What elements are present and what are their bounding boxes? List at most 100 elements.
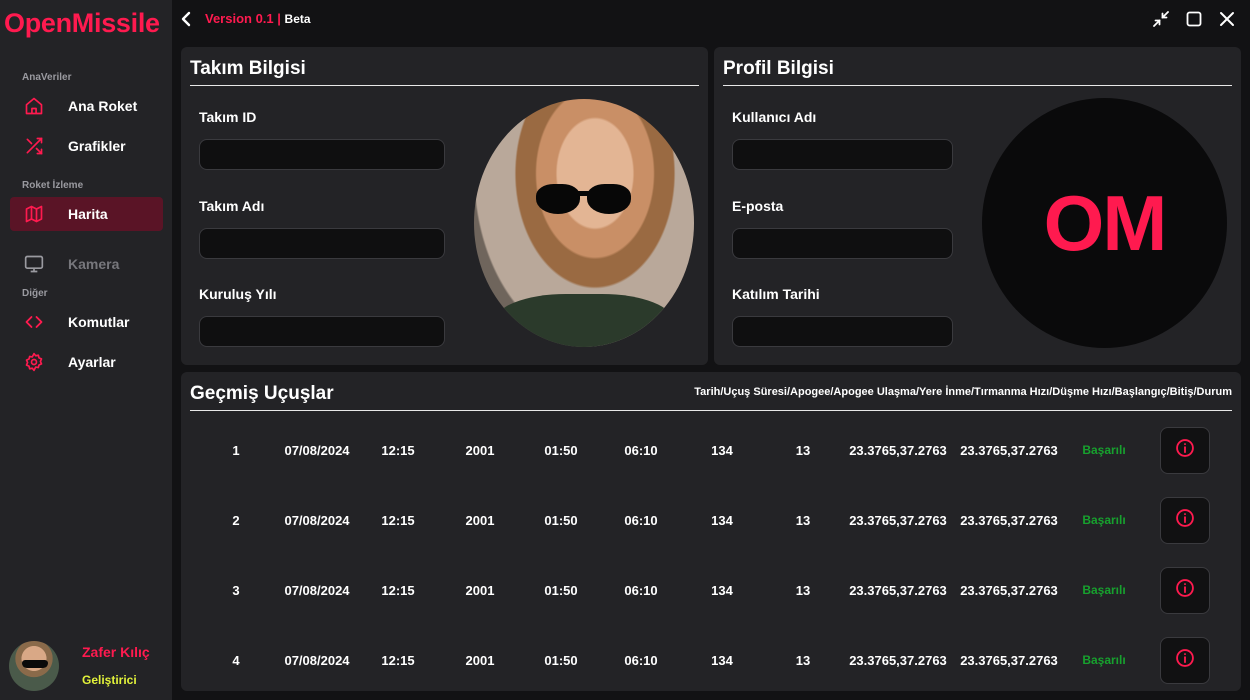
row-number: 2 (232, 513, 240, 528)
descent-speed-cell: 13 (795, 443, 811, 458)
email-field[interactable] (732, 228, 953, 259)
landing-cell: 06:10 (624, 653, 658, 668)
avatar-initials: OM (1043, 178, 1168, 267)
team-name-field[interactable] (199, 228, 445, 259)
apogee-cell: 2001 (465, 513, 495, 528)
time-cell: 12:15 (381, 443, 415, 458)
sidebar-item-label: Ayarlar (68, 354, 116, 370)
flight-history-panel: Geçmiş Uçuşlar Tarih/Uçuş Süresi/Apogee/… (181, 372, 1241, 691)
landing-cell: 06:10 (624, 583, 658, 598)
join-date-field[interactable] (732, 316, 953, 347)
app-logo: OpenMissile (4, 8, 160, 38)
section-label-tracking: Roket İzleme (22, 180, 84, 191)
landing-cell: 06:10 (624, 513, 658, 528)
apogee-time-cell: 01:50 (544, 513, 578, 528)
table-row: 3 07/08/2024 12:15 2001 01:50 06:10 134 13 23.37… (181, 567, 1240, 615)
sidebar-item-label: Kamera (68, 256, 120, 272)
apogee-cell: 2001 (465, 653, 495, 668)
sidebar-item-kamera[interactable]: Kamera (10, 247, 163, 281)
end-coord-cell: 23.3765,37.2763 (960, 513, 1058, 528)
flight-history-title: Geçmiş Uçuşlar (190, 383, 334, 404)
landing-cell: 06:10 (624, 443, 658, 458)
team-id-label: Takım ID (199, 109, 257, 125)
time-cell: 12:15 (381, 583, 415, 598)
apogee-time-cell: 01:50 (544, 443, 578, 458)
founding-year-field[interactable] (199, 316, 445, 347)
monitor-icon (23, 253, 45, 275)
apogee-time-cell: 01:50 (544, 653, 578, 668)
climb-speed-cell: 134 (711, 653, 733, 668)
sidebar-item-label: Harita (68, 206, 108, 222)
info-icon (1175, 438, 1195, 463)
maximize-icon[interactable] (1185, 10, 1203, 28)
descent-speed-cell: 13 (795, 513, 811, 528)
start-coord-cell: 23.3765,37.2763 (849, 443, 947, 458)
table-row: 1 07/08/2024 12:15 2001 01:50 06:10 134 13 23.37… (181, 427, 1240, 475)
start-coord-cell: 23.3765,37.2763 (849, 653, 947, 668)
start-coord-cell: 23.3765,37.2763 (849, 513, 947, 528)
team-info-panel: Takım Bilgisi Takım ID Takım Adı Kuruluş… (181, 47, 708, 365)
section-label-main: AnaVeriler (22, 72, 72, 83)
flight-details-button[interactable] (1160, 427, 1210, 474)
status-badge: Başarılı (1082, 443, 1126, 457)
columns-header: Tarih/Uçuş Süresi/Apogee/Apogee Ulaşma/Y… (694, 386, 1232, 398)
end-coord-cell: 23.3765,37.2763 (960, 653, 1058, 668)
avatar[interactable] (9, 641, 59, 691)
info-icon (1175, 648, 1195, 673)
flight-details-button[interactable] (1160, 567, 1210, 614)
divider (190, 410, 1232, 411)
user-name: Zafer Kılıç (82, 644, 150, 660)
date-cell: 07/08/2024 (284, 653, 350, 668)
sidebar-item-label: Komutlar (68, 314, 130, 330)
version-separator: | (273, 11, 285, 26)
team-id-field[interactable] (199, 139, 445, 170)
minimize-icon[interactable] (1152, 10, 1170, 28)
climb-speed-cell: 134 (711, 443, 733, 458)
code-icon (23, 311, 45, 333)
info-icon (1175, 508, 1195, 533)
team-info-title: Takım Bilgisi (190, 58, 306, 79)
version-label: Version 0.1 | Beta (205, 11, 311, 26)
row-number: 4 (232, 653, 240, 668)
row-number: 3 (232, 583, 240, 598)
climb-speed-cell: 134 (711, 583, 733, 598)
apogee-cell: 2001 (465, 583, 495, 598)
back-icon[interactable] (180, 10, 194, 28)
flight-details-button[interactable] (1160, 497, 1210, 544)
sidebar-item-harita[interactable]: Harita (10, 197, 163, 231)
status-badge: Başarılı (1082, 653, 1126, 667)
user-role: Geliştirici (82, 673, 137, 687)
team-name-label: Takım Adı (199, 198, 265, 214)
apogee-cell: 2001 (465, 443, 495, 458)
section-label-other: Diğer (22, 288, 48, 299)
status-badge: Başarılı (1082, 583, 1126, 597)
profile-info-panel: Profil Bilgisi Kullanıcı Adı E-posta Kat… (714, 47, 1241, 365)
sidebar-item-ana-roket[interactable]: Ana Roket (10, 89, 163, 123)
status-badge: Başarılı (1082, 513, 1126, 527)
time-cell: 12:15 (381, 653, 415, 668)
climb-speed-cell: 134 (711, 513, 733, 528)
sidebar: OpenMissile AnaVeriler Ana Roket Grafikl… (0, 0, 172, 700)
sidebar-item-grafikler[interactable]: Grafikler (10, 129, 163, 163)
founding-year-label: Kuruluş Yılı (199, 286, 277, 302)
username-field[interactable] (732, 139, 953, 170)
email-label: E-posta (732, 198, 784, 214)
profile-avatar[interactable]: OM (982, 98, 1227, 348)
gear-icon (23, 351, 45, 373)
end-coord-cell: 23.3765,37.2763 (960, 583, 1058, 598)
info-icon (1175, 578, 1195, 603)
divider (723, 85, 1232, 86)
end-coord-cell: 23.3765,37.2763 (960, 443, 1058, 458)
version-number: Version 0.1 (205, 11, 274, 26)
flight-details-button[interactable] (1160, 637, 1210, 684)
table-row: 4 07/08/2024 12:15 2001 01:50 06:10 134 13 23.37… (181, 637, 1240, 685)
date-cell: 07/08/2024 (284, 583, 350, 598)
descent-speed-cell: 13 (795, 583, 811, 598)
profile-info-title: Profil Bilgisi (723, 58, 834, 79)
table-row: 2 07/08/2024 12:15 2001 01:50 06:10 134 13 23.37… (181, 497, 1240, 545)
username-label: Kullanıcı Adı (732, 109, 817, 125)
close-icon[interactable] (1218, 10, 1236, 28)
sidebar-item-ayarlar[interactable]: Ayarlar (10, 345, 163, 379)
home-icon (23, 95, 45, 117)
sidebar-item-komutlar[interactable]: Komutlar (10, 305, 163, 339)
